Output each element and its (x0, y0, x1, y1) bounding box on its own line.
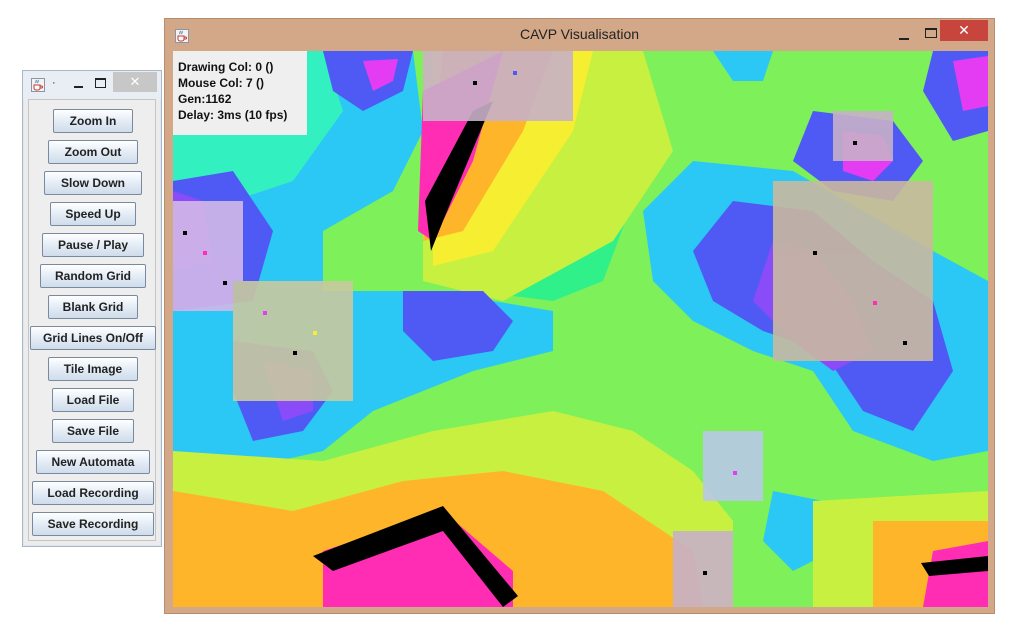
zoom-out-button[interactable]: Zoom Out (48, 140, 138, 164)
new-automata-button[interactable]: New Automata (36, 450, 150, 474)
status-overlay: Drawing Col: 0 () Mouse Col: 7 () Gen:11… (173, 51, 307, 135)
speed-up-button[interactable]: Speed Up (50, 202, 136, 226)
load-recording-button[interactable]: Load Recording (32, 481, 154, 505)
save-recording-button[interactable]: Save Recording (32, 512, 154, 536)
control-panel-title-bar[interactable]: · ✕ (23, 71, 161, 99)
tile-image-button[interactable]: Tile Image (48, 357, 138, 381)
delay-label: Delay: 3ms (10 fps) (178, 108, 288, 122)
pause-play-button[interactable]: Pause / Play (42, 233, 144, 257)
blank-grid-button[interactable]: Blank Grid (48, 295, 138, 319)
mouse-col-label: Mouse Col: 7 () (178, 76, 264, 90)
minimize-button[interactable] (68, 74, 90, 92)
close-button[interactable]: ✕ (113, 72, 157, 92)
minimize-button[interactable] (895, 27, 917, 45)
random-grid-button[interactable]: Random Grid (40, 264, 146, 288)
cavp-visualisation-window: CAVP Visualisation ✕ Drawing Col: 0 () M… (164, 18, 995, 614)
zoom-in-button[interactable]: Zoom In (53, 109, 133, 133)
maximize-button[interactable] (90, 74, 112, 92)
control-panel-window: · ✕ Zoom In Zoom Out Slow Down Speed Up … (22, 70, 162, 547)
main-title-bar[interactable]: CAVP Visualisation ✕ (165, 19, 994, 51)
java-cup-icon (31, 78, 45, 92)
generation-label: Gen:1162 (178, 92, 232, 106)
close-button[interactable]: ✕ (940, 20, 988, 41)
drawing-col-label: Drawing Col: 0 () (178, 60, 274, 74)
control-panel-content: Zoom In Zoom Out Slow Down Speed Up Paus… (28, 99, 156, 541)
automata-canvas[interactable]: Drawing Col: 0 () Mouse Col: 7 () Gen:11… (173, 51, 988, 607)
control-panel-title: · (52, 77, 56, 89)
grid-lines-toggle-button[interactable]: Grid Lines On/Off (30, 326, 156, 350)
save-file-button[interactable]: Save File (52, 419, 134, 443)
load-file-button[interactable]: Load File (52, 388, 134, 412)
window-title: CAVP Visualisation (519, 26, 640, 42)
slow-down-button[interactable]: Slow Down (44, 171, 142, 195)
